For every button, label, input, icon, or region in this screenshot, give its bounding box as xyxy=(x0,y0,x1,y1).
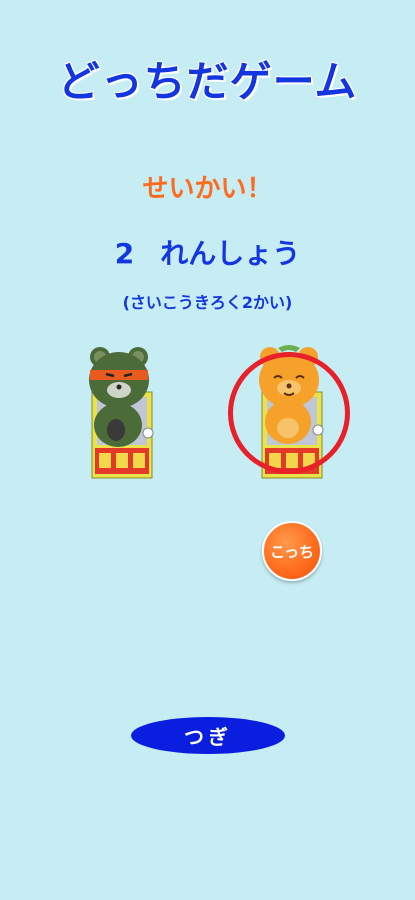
streak-text: 2 れんしょう xyxy=(0,232,415,272)
streak-count: 2 xyxy=(114,237,135,270)
best-record: (さいこうきろく2かい) xyxy=(122,293,293,312)
ninja-bear-illustration xyxy=(89,347,154,479)
ninja-bear-character[interactable] xyxy=(70,340,180,480)
correct-answer-circle xyxy=(228,352,350,474)
next-button[interactable]: つぎ xyxy=(131,717,285,754)
page-title: どっちだゲーム xyxy=(57,57,358,106)
streak-label: れんしょう xyxy=(160,237,301,270)
result-text: せいかい！ xyxy=(142,174,273,204)
kocchi-button[interactable]: こっち xyxy=(262,521,322,581)
